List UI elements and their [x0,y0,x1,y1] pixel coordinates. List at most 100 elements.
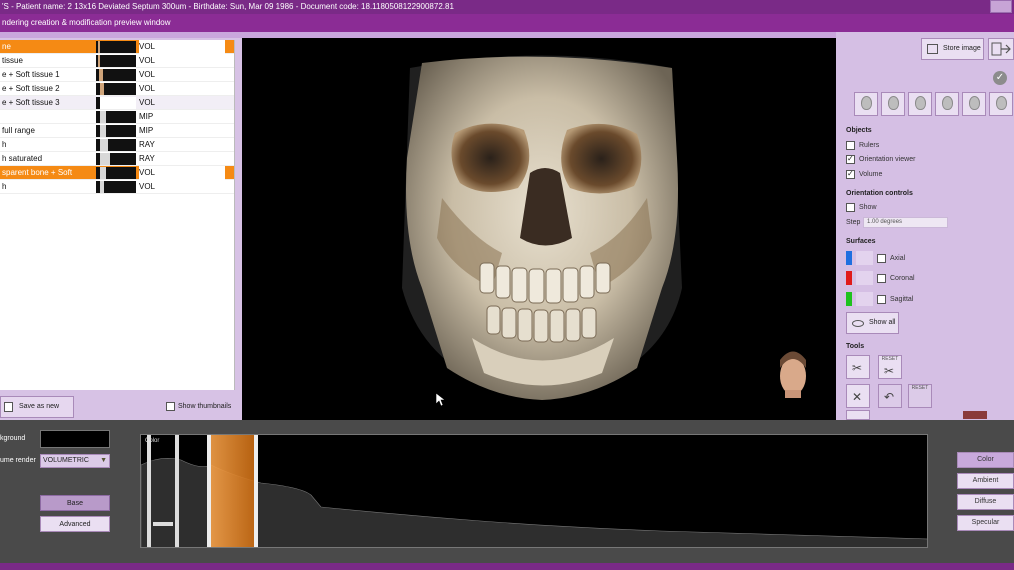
surface-axial-row: Axial [846,251,905,265]
checkmark-icon[interactable]: ✓ [993,71,1007,85]
transfer-function-panel: kground ume render VOLUMETRIC ▼ Base Adv… [0,420,1014,570]
cut-tool-button[interactable]: ✕ [846,384,870,408]
preset-row[interactable]: tissue VOL [0,54,234,68]
orientation-controls-title: Orientation controls [846,190,913,197]
background-color-swatch[interactable] [40,430,110,448]
preset-thumbnail [96,41,136,53]
orientation-viewer-option[interactable]: Orientation viewer [846,154,915,164]
show-orientation-checkbox[interactable] [846,203,855,212]
tf-handle-5[interactable] [254,435,258,548]
exit-button[interactable] [988,38,1014,60]
show-thumbnails-label: Show thumbnails [178,403,232,410]
coronal-slider[interactable] [856,271,873,285]
bottom-status-strip [0,563,1014,570]
preset-row[interactable]: h RAY [0,138,234,152]
specular-button[interactable]: Specular [957,515,1014,531]
tf-handle-3[interactable] [153,522,173,526]
preset-thumbnail [96,97,136,109]
color-button-label: Color [977,456,994,463]
show-thumbnails-option[interactable]: Show thumbnails [166,402,231,411]
preset-row[interactable]: MIP [0,110,234,124]
reset-undo-button[interactable]: RESET [908,384,932,408]
undo-tool-button[interactable]: ↶ [878,384,902,408]
preset-thumbnail [96,181,136,193]
camera-icon [927,44,938,54]
preset-thumbnail [96,167,136,179]
volume-render-viewport[interactable] [242,38,836,420]
preset-row[interactable]: e + Soft tissue 2 VOL [0,82,234,96]
rulers-option[interactable]: Rulers [846,141,879,150]
axial-color-swatch [846,251,852,265]
specular-button-label: Specular [971,519,1000,526]
preset-thumbnail [96,69,136,81]
window-title-bar: 'S - Patient name: 2 13x16 Deviated Sept… [0,0,1014,14]
preset-row[interactable]: h saturated RAY [0,152,234,166]
advanced-button[interactable]: Advanced [40,516,110,532]
preset-panel: ne VOL tissue VOL e + Soft tissue 1 VOL e + S… [0,38,242,420]
tf-handle-4[interactable] [207,435,211,548]
preset-thumbnail [96,125,136,137]
axial-slider[interactable] [856,251,873,265]
extra-tool-button[interactable] [846,410,870,420]
reset-undo-label: RESET [911,385,929,391]
reset-cut-button[interactable]: RESET ✂ [878,355,902,379]
back-view-button[interactable] [881,92,905,116]
show-thumbnails-checkbox[interactable] [166,402,175,411]
surface-coronal-row: Coronal [846,271,915,285]
coronal-checkbox[interactable] [877,273,886,283]
advanced-label: Advanced [59,521,91,528]
volume-checkbox[interactable] [846,169,855,179]
orientation-viewer-checkbox[interactable] [846,154,855,164]
preset-name: e + Soft tissue 3 [2,98,60,107]
sagittal-checkbox[interactable] [877,294,886,304]
preset-row[interactable]: e + Soft tissue 3 VOL [0,96,234,110]
window-title: 'S - Patient name: 2 13x16 Deviated Sept… [2,2,454,11]
volume-option[interactable]: Volume [846,169,882,179]
axial-checkbox[interactable] [877,253,886,263]
store-image-label: Store image [943,45,981,52]
transfer-function-range[interactable] [211,435,256,548]
preset-name: full range [2,126,35,135]
preset-row[interactable]: e + Soft tissue 1 VOL [0,68,234,82]
reset-label: RESET [881,356,899,362]
sagittal-label: Sagittal [890,295,914,303]
left-view-button[interactable] [908,92,932,116]
preset-thumbnail-bar [100,97,136,109]
preset-thumbnail [96,153,136,165]
scissors-tool-button[interactable]: ✂ [846,355,870,379]
axial-label: Axial [890,254,906,262]
color-button[interactable]: Color [957,452,1014,468]
preset-row[interactable]: full range MIP [0,124,234,138]
preset-thumbnail-bar [99,69,103,81]
step-label: Step [846,219,861,226]
front-view-button[interactable] [854,92,878,116]
show-orientation-option[interactable]: Show [846,203,877,212]
base-button[interactable]: Base [40,495,110,511]
preset-type: VOL [139,40,226,54]
preset-row[interactable]: h VOL [0,180,234,194]
volume-render-select[interactable]: VOLUMETRIC ▼ [40,454,110,468]
preset-type: VOL [139,98,156,107]
scissors-reset-icon: ✂ [884,364,895,378]
window-control-button[interactable] [990,0,1012,13]
top-view-button[interactable] [962,92,986,116]
orientation-head-icon[interactable] [780,351,806,399]
diffuse-button[interactable]: Diffuse [957,494,1014,510]
color-swatch[interactable] [963,411,987,419]
show-all-button[interactable]: Show all [846,312,899,334]
base-label: Base [67,500,83,507]
step-input[interactable]: 1.00 degrees [863,217,948,228]
tf-handle-2[interactable] [175,435,179,548]
store-image-button[interactable]: Store image [921,38,984,60]
right-view-button[interactable] [935,92,959,116]
preset-row[interactable]: sparent bone + Soft VOL [0,166,234,180]
preset-row[interactable]: ne VOL [0,40,234,54]
histogram-editor[interactable]: Color [140,434,928,548]
save-as-new-button[interactable]: Save as new [0,396,74,418]
bottom-view-button[interactable] [989,92,1013,116]
volume-render-label: ume render [0,457,36,464]
rulers-checkbox[interactable] [846,141,855,150]
ambient-button[interactable]: Ambient [957,473,1014,489]
tf-handle-1[interactable] [147,435,151,548]
sagittal-slider[interactable] [856,292,873,306]
